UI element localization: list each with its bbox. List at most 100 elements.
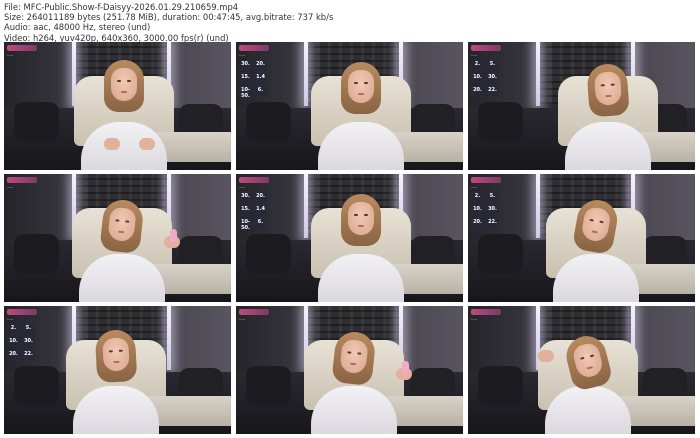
overlay-row: 20. 22. <box>7 350 37 361</box>
overlay-banner <box>239 309 269 315</box>
overlay-row: 30. 20. <box>239 60 269 71</box>
mouth <box>113 360 120 364</box>
overlay-row: 15. 1.4 <box>239 73 269 84</box>
face <box>348 202 374 235</box>
face <box>593 71 623 106</box>
eye <box>108 350 113 353</box>
file-info-header: File: MFC-Public.Show-f-Daisyy-2026.01.2… <box>4 2 694 43</box>
tip-menu-overlay: ····· <box>7 45 37 58</box>
file-size-line: Size: 264011189 bytes (251.78 MiB), dura… <box>4 12 334 23</box>
held-object <box>402 361 409 375</box>
mouth <box>586 366 593 370</box>
overlay-cell: 2. <box>471 192 484 203</box>
mouth <box>350 362 357 366</box>
pillow <box>478 366 523 406</box>
thumbnail-grid: ····· ····· 30. 20. 15. 1.4 10-50. 6. ····· 2. 5. 1… <box>4 42 695 434</box>
face <box>348 70 374 103</box>
overlay-text: ····· <box>239 317 246 322</box>
overlay-banner <box>239 177 269 183</box>
eye <box>354 82 358 84</box>
eye <box>600 84 605 87</box>
overlay-cell: 5. <box>486 192 499 203</box>
overlay-row: 15. 1.4 <box>239 205 269 216</box>
eye <box>599 220 604 224</box>
tip-menu-overlay: ····· <box>7 177 37 190</box>
mouth <box>591 230 598 234</box>
overlay-cell: 20. <box>254 60 267 71</box>
overlay-cell: 10-50. <box>239 218 252 231</box>
video-thumbnail: ····· <box>236 306 463 434</box>
overlay-text: ····· <box>471 185 478 190</box>
eye <box>357 352 362 355</box>
mouth <box>121 91 127 93</box>
overlay-cell: 10. <box>471 73 484 84</box>
overlay-banner <box>471 177 501 183</box>
overlay-text: ····· <box>239 53 246 58</box>
tip-menu-overlay: ····· 2. 5. 10. 30. 20. 22. <box>7 309 37 361</box>
overlay-cell: 5. <box>486 60 499 71</box>
held-object <box>170 229 177 243</box>
eye <box>117 80 121 82</box>
pillow <box>14 102 59 142</box>
light-strip-left <box>536 42 540 106</box>
overlay-banner <box>239 45 269 51</box>
tip-menu-overlay: ····· 2. 5. 10. 30. 20. 22. <box>471 177 501 229</box>
overlay-text: ····· <box>7 317 14 322</box>
overlay-text: ····· <box>7 185 14 190</box>
eye <box>589 354 595 358</box>
mouth <box>358 225 364 227</box>
overlay-banner <box>7 45 37 51</box>
eye <box>127 80 131 82</box>
overlay-cell: 2. <box>7 324 20 335</box>
overlay-cell: 22. <box>486 86 499 97</box>
mouth <box>605 94 612 98</box>
video-thumbnail: ····· <box>4 42 231 170</box>
overlay-cell: 6. <box>254 86 267 97</box>
overlay-cell: 30. <box>239 192 252 203</box>
overlay-cell: 20. <box>7 350 20 361</box>
overlay-row: 30. 20. <box>239 192 269 203</box>
video-thumbnail: ····· 30. 20. 15. 1.4 10-50. 6. <box>236 174 463 302</box>
overlay-row: 2. 5. <box>7 324 37 335</box>
pillow <box>478 234 523 274</box>
tip-menu-overlay: ····· <box>471 309 501 322</box>
overlay-cell: 22. <box>486 218 499 229</box>
overlay-row: 10. 30. <box>7 337 37 348</box>
light-strip-left <box>304 42 308 106</box>
overlay-cell: 15. <box>239 73 252 84</box>
overlay-row: 20. 22. <box>471 86 501 97</box>
video-thumbnail: ····· <box>468 306 695 434</box>
overlay-row: 2. 5. <box>471 60 501 71</box>
overlay-cell: 6. <box>254 218 267 229</box>
pillow <box>246 234 291 274</box>
hand <box>104 138 120 150</box>
eye <box>364 82 368 84</box>
eye <box>589 218 594 222</box>
pillow <box>246 102 291 142</box>
pillow <box>478 102 523 142</box>
eye <box>115 219 120 222</box>
overlay-row: 20. 22. <box>471 218 501 229</box>
eye <box>610 83 615 86</box>
face <box>102 337 130 372</box>
eye <box>354 214 358 216</box>
overlay-cell: 20. <box>471 86 484 97</box>
overlay-cell: 30. <box>22 337 35 348</box>
eye <box>125 220 130 223</box>
overlay-text: ····· <box>471 317 478 322</box>
overlay-cell: 5. <box>22 324 35 335</box>
mouth <box>118 230 125 234</box>
pillow <box>246 366 291 406</box>
eye <box>118 349 123 352</box>
hand <box>538 350 554 362</box>
video-thumbnail: ····· 2. 5. 10. 30. 20. 22. <box>468 42 695 170</box>
light-strip-left <box>536 174 540 238</box>
overlay-banner <box>471 309 501 315</box>
overlay-cell: 30. <box>486 73 499 84</box>
pillow <box>14 234 59 274</box>
mouth <box>358 93 364 95</box>
video-thumbnail: ····· 2. 5. 10. 30. 20. 22. <box>468 174 695 302</box>
overlay-text: ····· <box>239 185 246 190</box>
overlay-text: ····· <box>7 53 14 58</box>
video-thumbnail: ····· 2. 5. 10. 30. 20. 22. <box>4 306 231 434</box>
